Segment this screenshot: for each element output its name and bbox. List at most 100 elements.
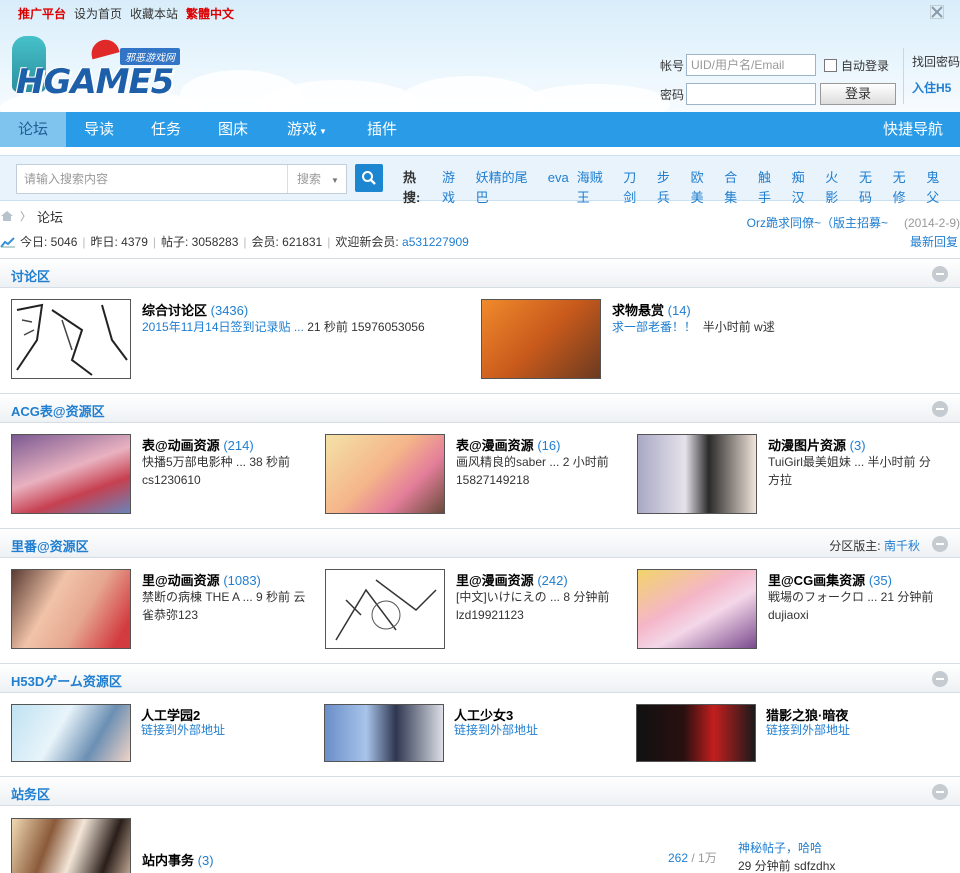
forum-thumbnail[interactable] — [481, 299, 601, 379]
section-title[interactable]: 站务区 — [11, 784, 50, 803]
forum-last-post[interactable]: 禁断の病棟 THE A ... 9 秒前 云 — [142, 588, 305, 606]
home-icon[interactable] — [0, 210, 14, 222]
forum-last-poster[interactable]: lzd19921123 — [456, 606, 524, 624]
last-post-link[interactable]: 2015年11月14日签到记录贴 ... — [142, 320, 304, 334]
hot-search-item[interactable]: 海贼王 — [577, 168, 616, 208]
hot-search-item[interactable]: 欧美 — [691, 168, 717, 208]
auto-login-label: 自动登录 — [841, 58, 890, 73]
section-title[interactable]: 里番@资源区 — [11, 536, 89, 555]
forum-last-post[interactable]: [中文]いけにえの ... 8 分钟前 — [456, 588, 609, 606]
hot-search-item[interactable]: 触手 — [758, 168, 784, 208]
forum-thumbnail[interactable] — [637, 569, 757, 649]
hot-search-item[interactable]: 鬼父 — [926, 168, 952, 208]
forum-name[interactable]: 表@漫画资源 (16) — [456, 435, 560, 454]
promo-link[interactable]: 推广平台 — [18, 5, 66, 22]
password-input[interactable] — [686, 83, 816, 105]
nav-guide[interactable]: 导读 — [66, 112, 132, 147]
hot-search-item[interactable]: 刀剑 — [623, 168, 649, 208]
nav-plugins[interactable]: 插件 — [349, 112, 415, 147]
forum-thumbnail[interactable] — [637, 434, 757, 514]
last-post-link[interactable]: 神秘帖子，哈哈 — [738, 841, 822, 855]
nav-tasks[interactable]: 任务 — [133, 112, 199, 147]
forum-last-post[interactable]: 戦場のフォークロ ... 21 分钟前 — [768, 588, 933, 606]
moderator-link[interactable]: 南千秋 — [884, 539, 920, 553]
latest-replies-link[interactable]: 最新回复 — [910, 233, 958, 250]
login-button[interactable]: 登录 — [820, 83, 896, 105]
forum-last-post[interactable]: 画风精良的saber ... 2 小时前 — [456, 453, 609, 471]
forum-thumbnail[interactable] — [11, 818, 131, 873]
forum-thumbnail[interactable] — [636, 704, 756, 762]
forum-name[interactable]: 动漫图片资源 (3) — [768, 435, 866, 454]
auto-login[interactable]: 自动登录 — [824, 57, 889, 74]
forum-last-poster[interactable]: 方拉 — [768, 471, 792, 489]
section-title[interactable]: ACG表@资源区 — [11, 401, 105, 420]
search-input[interactable]: 请输入搜索内容 — [17, 165, 287, 193]
stat-today: 今日: 5046 — [20, 235, 78, 249]
section-title[interactable]: 讨论区 — [11, 266, 50, 285]
forum-thumbnail[interactable] — [11, 569, 131, 649]
collapse-icon[interactable] — [932, 671, 948, 687]
forum-name[interactable]: 求物悬赏 (14) — [612, 300, 691, 319]
last-post-link[interactable]: 求一部老番！！ — [612, 320, 696, 334]
forum-last-poster[interactable]: dujiaoxi — [768, 606, 809, 624]
forum-thumbnail[interactable] — [325, 434, 445, 514]
search-button[interactable] — [355, 164, 383, 192]
forum-thumbnail[interactable] — [325, 569, 445, 649]
forum-name[interactable]: 综合讨论区 (3436) — [142, 300, 248, 319]
hot-search-item[interactable]: 步兵 — [657, 168, 683, 208]
forum-item: 综合讨论区 (3436) 2015年11月14日签到记录贴 ... 21 秒前 … — [11, 299, 451, 381]
nav-quick-navigation[interactable]: 快捷导航 — [870, 112, 956, 147]
forum-thumbnail[interactable] — [11, 434, 131, 514]
bookmark-link[interactable]: 收藏本站 — [130, 5, 178, 22]
hot-search-item[interactable]: 游戏 — [442, 168, 468, 208]
announcement-link[interactable]: Orz跪求同僚~（版主招募~ — [747, 216, 888, 230]
site-logo[interactable]: 邪恶游戏网 HGAME5 — [12, 36, 182, 106]
collapse-icon[interactable] — [932, 266, 948, 282]
hot-search-item[interactable]: 无码 — [859, 168, 885, 208]
santa-hat-icon — [88, 36, 120, 60]
forum-thumbnail[interactable] — [324, 704, 444, 762]
forum-name[interactable]: 表@动画资源 (214) — [142, 435, 254, 454]
forum-name[interactable]: 站内事务 (3) — [142, 850, 214, 869]
section-title[interactable]: H53Dゲーム资源区 — [11, 671, 122, 690]
forum-last-poster[interactable]: 29 分钟前 sdfzdhx — [738, 857, 835, 873]
forum-last-post[interactable]: 快播5万部电影种 ... 38 秒前 — [142, 453, 290, 471]
forum-thumbnail[interactable] — [11, 704, 131, 762]
breadcrumb-current[interactable]: 论坛 — [37, 207, 63, 226]
hot-search-item[interactable]: eva — [548, 168, 569, 208]
forum-name[interactable]: 里@CG画集资源 (35) — [768, 570, 892, 589]
auto-login-checkbox[interactable] — [824, 58, 837, 72]
forum-thumbnail[interactable] — [11, 299, 131, 379]
forum-item: 站内事务 (3) 262 / 1万 神秘帖子，哈哈 29 分钟前 sdfzdhx — [11, 818, 951, 873]
collapse-icon[interactable] — [932, 536, 948, 552]
nav-games[interactable]: 游戏 ▼ — [274, 112, 340, 147]
hot-search-item[interactable]: 痴汉 — [792, 168, 818, 208]
close-icon[interactable] — [930, 5, 944, 19]
nav-image-host[interactable]: 图床 — [200, 112, 266, 147]
forum-last-poster[interactable]: cs1230610 — [142, 471, 201, 489]
forum-name[interactable]: 里@漫画资源 (242) — [456, 570, 568, 589]
search-type-select[interactable]: 搜索 ▼ — [287, 165, 347, 193]
hot-search-item[interactable]: 合集 — [724, 168, 750, 208]
newest-member-link[interactable]: a531227909 — [402, 235, 469, 249]
chevron-down-icon: ▼ — [331, 176, 339, 185]
h5-join-link[interactable]: 入住H5 — [912, 74, 960, 102]
hot-search-item[interactable]: 无修 — [893, 168, 919, 208]
account-input[interactable] — [686, 54, 816, 76]
collapse-icon[interactable] — [932, 401, 948, 417]
search-box: 请输入搜索内容 搜索 ▼ — [16, 164, 347, 194]
set-homepage-link[interactable]: 设为首页 — [74, 5, 122, 22]
forum-last-post[interactable]: TuiGirl最美姐妹 ... 半小时前 分 — [768, 453, 931, 471]
nav-forum[interactable]: 论坛 — [0, 112, 66, 147]
forum-count: (14) — [667, 303, 691, 318]
section-header-discuss: 讨论区 — [0, 258, 960, 288]
forgot-password-link[interactable]: 找回密码 — [912, 48, 960, 74]
forum-name[interactable]: 里@动画资源 (1083) — [142, 570, 261, 589]
hot-search-item[interactable]: 火影 — [825, 168, 851, 208]
collapse-icon[interactable] — [932, 784, 948, 800]
forum-last-poster[interactable]: 雀恭弥123 — [142, 606, 198, 624]
section-moderator: 分区版主: 南千秋 — [829, 539, 920, 553]
forum-last-poster[interactable]: 15827149218 — [456, 471, 529, 489]
hot-search-item[interactable]: 妖精的尾巴 — [476, 168, 540, 208]
traditional-chinese-link[interactable]: 繁體中文 — [186, 5, 234, 22]
